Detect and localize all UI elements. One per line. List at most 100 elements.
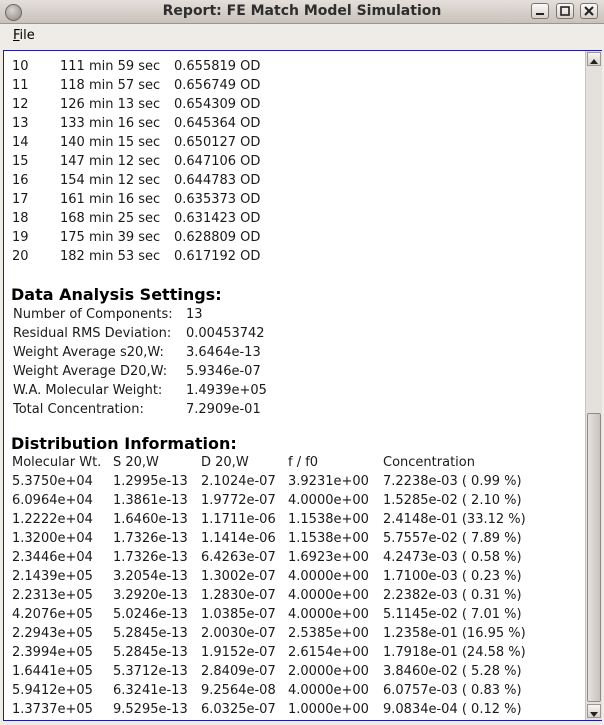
table-cell: 5.2845e-13 [113,626,188,641]
table-cell: 2.6154e+00 [288,645,369,660]
window-title: Report: FE Match Model Simulation [162,3,442,19]
close-button[interactable] [580,3,598,19]
table-row: 5.9412e+05 6.3241e-13 9.2564e-08 4.0000e+00… [9,681,579,700]
observation-od: 0.617192 OD [174,249,261,264]
table-cell: 2.1024e-07 [201,474,276,489]
observation-time: 111 min 59 sec [60,59,161,74]
table-row: 2.2313e+05 3.2920e-13 1.2830e-07 4.0000e+00… [9,586,579,605]
settings-row: W.A. Molecular Weight: 1.4939e+05 [9,381,569,400]
table-cell: 3.2920e-13 [113,588,188,603]
settings-heading: Data Analysis Settings: [11,285,222,304]
table-cell: 2.4148e-01 (33.12 %) [383,512,526,527]
observation-index: 20 [12,249,29,264]
column-header: D 20,W [201,455,249,470]
settings-label: Number of Components: [13,307,173,322]
minimize-icon [536,13,544,15]
table-cell: 5.2845e-13 [113,645,188,660]
table-cell: 6.4263e-07 [201,550,276,565]
menu-bar: File [0,24,604,49]
table-row: 1.2222e+04 1.6460e-13 1.1711e-06 1.1538e+00… [9,510,579,529]
report-text-area[interactable]: 10 111 min 59 sec 0.655819 OD 11 118 min 57 … [3,50,602,721]
table-header-row: Molecular Wt. S 20,W D 20,W f / f0 Concentra… [9,453,579,472]
column-header: Molecular Wt. [12,455,102,470]
settings-value: 0.00453742 [186,326,265,341]
observation-time: 140 min 15 sec [60,135,161,150]
observation-row: 10 111 min 59 sec 0.655819 OD [9,57,569,76]
settings-row: Residual RMS Deviation: 0.00453742 [9,324,569,343]
observation-time: 154 min 12 sec [60,173,161,188]
table-row: 2.3994e+05 5.2845e-13 1.9152e-07 2.6154e+00… [9,643,579,662]
column-header: S 20,W [113,455,159,470]
observation-row: 14 140 min 15 sec 0.650127 OD [9,133,569,152]
observation-index: 11 [12,78,29,93]
table-cell: 6.0325e-07 [201,702,276,717]
table-cell: 4.0000e+00 [288,569,369,584]
table-row: 4.2076e+05 5.0246e-13 1.0385e-07 4.0000e+00… [9,605,579,624]
table-cell: 1.1414e-06 [201,531,276,546]
table-cell: 9.2564e-08 [201,683,276,698]
settings-label: Total Concentration: [13,402,144,417]
observation-od: 0.656749 OD [174,78,261,93]
settings-value: 13 [186,307,203,322]
vertical-scrollbar[interactable] [585,51,602,720]
table-cell: 2.5385e+00 [288,626,369,641]
table-cell: 2.2943e+05 [12,626,93,641]
table-cell: 3.8460e-02 ( 5.28 %) [383,664,522,679]
scroll-up-button[interactable] [587,52,601,66]
table-cell: 1.6441e+05 [12,664,93,679]
observation-od: 0.647106 OD [174,154,261,169]
table-cell: 1.2358e-01 (16.95 %) [383,626,526,641]
table-cell: 2.3446e+04 [12,550,93,565]
table-cell: 5.7557e-02 ( 7.89 %) [383,531,522,546]
table-cell: 1.3200e+04 [12,531,93,546]
table-cell: 9.5295e-13 [113,702,188,717]
observation-index: 13 [12,116,29,131]
maximize-icon [560,6,570,16]
column-header: Concentration [383,455,475,470]
table-cell: 9.0834e-04 ( 0.12 %) [383,702,522,717]
observation-od: 0.655819 OD [174,59,261,74]
observation-row: 15 147 min 12 sec 0.647106 OD [9,152,569,171]
observation-row: 19 175 min 39 sec 0.628809 OD [9,228,569,247]
table-cell: 2.2382e-03 ( 0.31 %) [383,588,522,603]
observation-time: 161 min 16 sec [60,192,161,207]
observation-time: 147 min 12 sec [60,154,161,169]
observation-row: 18 168 min 25 sec 0.631423 OD [9,209,569,228]
minimize-button[interactable] [531,3,549,19]
settings-row: Number of Components: 13 [9,305,569,324]
observation-od: 0.631423 OD [174,211,261,226]
table-cell: 1.6923e+00 [288,550,369,565]
column-header: f / f0 [288,455,319,470]
table-cell: 1.2222e+04 [12,512,93,527]
report-content: 10 111 min 59 sec 0.655819 OD 11 118 min 57 … [9,57,584,717]
table-cell: 4.2473e-03 ( 0.58 %) [383,550,522,565]
settings-row: Weight Average s20,W: 3.6464e-13 [9,343,569,362]
table-row: 1.6441e+05 5.3712e-13 2.8409e-07 2.0000e+00… [9,662,579,681]
title-bar[interactable]: Report: FE Match Model Simulation [0,0,604,24]
observation-index: 12 [12,97,29,112]
maximize-button[interactable] [556,3,574,19]
table-row: 2.1439e+05 3.2054e-13 1.3002e-07 4.0000e+00… [9,567,579,586]
observation-time: 182 min 53 sec [60,249,161,264]
observation-od: 0.635373 OD [174,192,261,207]
table-cell: 1.2830e-07 [201,588,276,603]
table-cell: 6.3241e-13 [113,683,188,698]
table-cell: 4.2076e+05 [12,607,93,622]
table-row: 2.2943e+05 5.2845e-13 2.0030e-07 2.5385e+00… [9,624,579,643]
arrow-down-icon [590,712,598,717]
scroll-down-button[interactable] [587,704,601,718]
settings-label: Weight Average D20,W: [13,364,168,379]
menu-file[interactable]: File [13,28,35,43]
table-cell: 1.3002e-07 [201,569,276,584]
observation-od: 0.644783 OD [174,173,261,188]
table-cell: 1.5285e-02 ( 2.10 %) [383,493,522,508]
table-cell: 1.0385e-07 [201,607,276,622]
table-cell: 1.1538e+00 [288,531,369,546]
observation-row: 17 161 min 16 sec 0.635373 OD [9,190,569,209]
settings-label: W.A. Molecular Weight: [13,383,163,398]
observation-index: 15 [12,154,29,169]
table-cell: 4.0000e+00 [288,683,369,698]
table-row: 6.0964e+04 1.3861e-13 1.9772e-07 4.0000e+00… [9,491,579,510]
table-cell: 4.0000e+00 [288,607,369,622]
scrollbar-thumb[interactable] [587,413,601,702]
